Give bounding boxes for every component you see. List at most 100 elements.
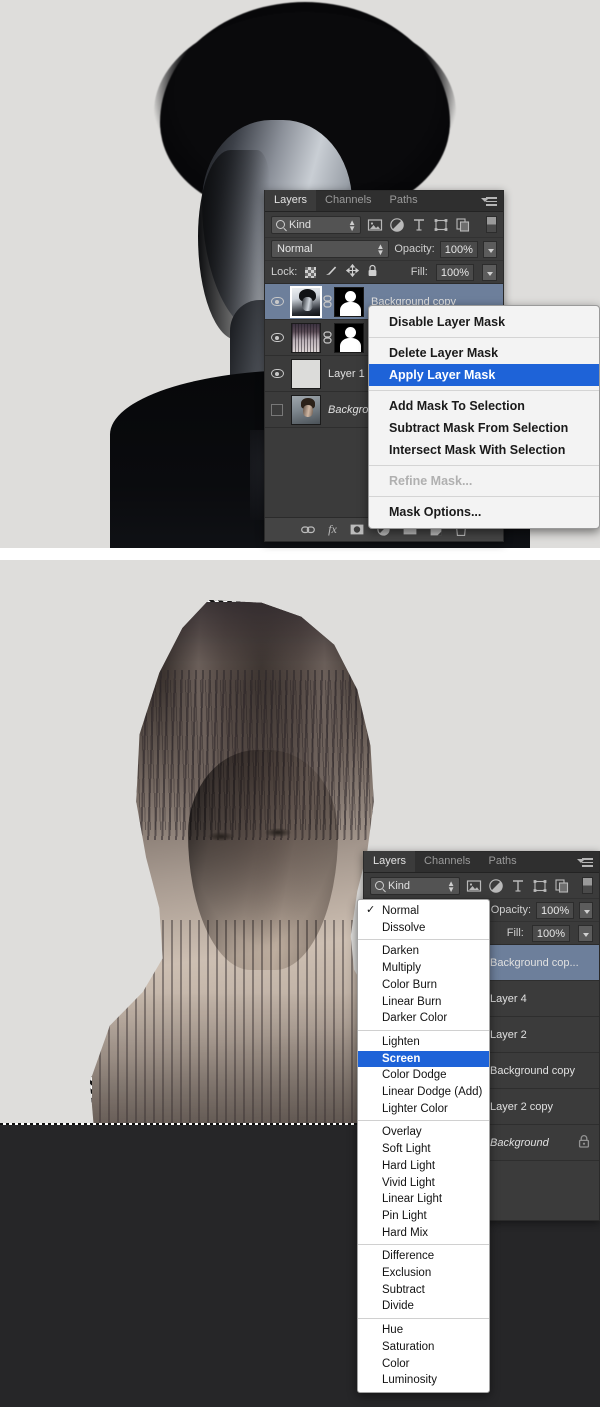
image-filter-icon[interactable] bbox=[367, 217, 383, 233]
blend-item-saturation[interactable]: Saturation bbox=[358, 1339, 489, 1356]
layer-name: Layer 2 bbox=[490, 1028, 527, 1041]
fill-value[interactable]: 100% bbox=[435, 263, 474, 281]
blend-item-hard-light[interactable]: Hard Light bbox=[358, 1158, 489, 1175]
menu-separator bbox=[358, 1120, 489, 1122]
blend-item-vivid-light[interactable]: Vivid Light bbox=[358, 1175, 489, 1192]
blend-item-multiply[interactable]: Multiply bbox=[358, 960, 489, 977]
filter-kind-select[interactable]: Kind ▲ ▼ bbox=[271, 215, 361, 234]
layer-thumbnail[interactable] bbox=[291, 358, 321, 389]
lock-all-icon bbox=[578, 1134, 590, 1151]
blend-item-lighter-color[interactable]: Lighter Color bbox=[358, 1101, 489, 1118]
image-filter-icon[interactable] bbox=[466, 878, 482, 894]
opacity-value[interactable]: 100% bbox=[536, 901, 575, 919]
lock-image-pixels-icon[interactable] bbox=[324, 264, 338, 280]
smart-object-filter-icon[interactable] bbox=[455, 217, 471, 233]
blend-item-color-burn[interactable]: Color Burn bbox=[358, 977, 489, 994]
menu-item-intersect-mask-with-selection[interactable]: Intersect Mask With Selection bbox=[369, 439, 599, 461]
layer-style-fx-icon[interactable]: fx bbox=[328, 522, 337, 537]
layer-thumbnail[interactable] bbox=[291, 394, 321, 425]
blend-item-pin-light[interactable]: Pin Light bbox=[358, 1208, 489, 1225]
blend-item-normal[interactable]: Normal bbox=[358, 903, 489, 920]
blend-item-darken[interactable]: Darken bbox=[358, 943, 489, 960]
eye-icon bbox=[270, 369, 284, 378]
eye-off-icon bbox=[271, 403, 283, 416]
shape-filter-icon[interactable] bbox=[433, 217, 449, 233]
menu-separator bbox=[358, 1318, 489, 1320]
menu-item-subtract-mask-from-selection[interactable]: Subtract Mask From Selection bbox=[369, 417, 599, 439]
blend-item-divide[interactable]: Divide bbox=[358, 1298, 489, 1315]
tab-layers[interactable]: Layers bbox=[364, 851, 416, 872]
layer-visibility-toggle[interactable] bbox=[265, 403, 289, 416]
panel-menu-icon[interactable] bbox=[481, 197, 497, 207]
opacity-value[interactable]: 100% bbox=[439, 240, 478, 258]
lock-all-icon[interactable] bbox=[367, 264, 378, 280]
blend-item-soft-light[interactable]: Soft Light bbox=[358, 1141, 489, 1158]
adjustment-filter-icon[interactable] bbox=[488, 878, 504, 894]
blend-item-screen[interactable]: Screen bbox=[358, 1050, 489, 1068]
fill-label: Fill: bbox=[410, 266, 428, 278]
layer-thumbnail[interactable] bbox=[291, 322, 321, 353]
layer-thumbnail[interactable] bbox=[290, 285, 322, 318]
tab-paths[interactable]: Paths bbox=[381, 190, 427, 211]
tab-channels[interactable]: Channels bbox=[316, 190, 380, 211]
layer-visibility-toggle[interactable] bbox=[265, 333, 289, 342]
filter-enable-toggle[interactable] bbox=[582, 877, 593, 894]
opacity-stepper[interactable] bbox=[482, 240, 497, 258]
menu-item-delete-layer-mask[interactable]: Delete Layer Mask bbox=[369, 342, 599, 364]
layer-visibility-toggle[interactable] bbox=[265, 369, 289, 378]
tab-paths[interactable]: Paths bbox=[480, 851, 526, 872]
adjustment-filter-icon[interactable] bbox=[389, 217, 405, 233]
menu-item-disable-layer-mask[interactable]: Disable Layer Mask bbox=[369, 311, 599, 333]
menu-separator bbox=[369, 337, 599, 338]
blend-item-darker-color[interactable]: Darker Color bbox=[358, 1010, 489, 1027]
blend-item-color[interactable]: Color bbox=[358, 1356, 489, 1373]
blend-item-difference[interactable]: Difference bbox=[358, 1248, 489, 1265]
link-icon[interactable] bbox=[321, 331, 334, 344]
opacity-stepper[interactable] bbox=[579, 901, 593, 919]
layer-mask-context-menu[interactable]: Disable Layer Mask Delete Layer Mask App… bbox=[368, 305, 600, 529]
eye-icon bbox=[270, 297, 284, 306]
smart-object-filter-icon[interactable] bbox=[554, 878, 570, 894]
lock-position-icon[interactable] bbox=[346, 263, 360, 280]
tab-channels[interactable]: Channels bbox=[415, 851, 479, 872]
menu-item-add-mask-to-selection[interactable]: Add Mask To Selection bbox=[369, 395, 599, 417]
tab-layers[interactable]: Layers bbox=[265, 190, 317, 211]
blend-item-hue[interactable]: Hue bbox=[358, 1322, 489, 1339]
layer-name: Layer 4 bbox=[490, 992, 527, 1005]
layer-mask-thumbnail[interactable] bbox=[334, 286, 364, 317]
filter-kind-select[interactable]: Kind ▲ ▼ bbox=[370, 876, 460, 895]
blend-item-hard-mix[interactable]: Hard Mix bbox=[358, 1225, 489, 1242]
link-layers-icon[interactable] bbox=[301, 525, 316, 535]
add-layer-mask-icon[interactable] bbox=[350, 524, 364, 535]
blend-item-linear-light[interactable]: Linear Light bbox=[358, 1191, 489, 1208]
blend-item-dissolve[interactable]: Dissolve bbox=[358, 920, 489, 937]
layer-mask-thumbnail[interactable] bbox=[334, 322, 364, 353]
blend-item-color-dodge[interactable]: Color Dodge bbox=[358, 1067, 489, 1084]
blend-mode-select[interactable]: Normal ▲ ▼ bbox=[271, 240, 390, 258]
filter-enable-toggle[interactable] bbox=[486, 216, 497, 233]
link-icon[interactable] bbox=[321, 295, 334, 308]
blend-item-luminosity[interactable]: Luminosity bbox=[358, 1372, 489, 1389]
blend-item-linear-dodge-add[interactable]: Linear Dodge (Add) bbox=[358, 1084, 489, 1101]
menu-item-apply-layer-mask[interactable]: Apply Layer Mask bbox=[369, 364, 599, 386]
type-filter-icon[interactable] bbox=[411, 217, 427, 233]
lock-transparent-pixels-icon[interactable] bbox=[305, 266, 317, 278]
blend-item-overlay[interactable]: Overlay bbox=[358, 1124, 489, 1141]
blend-item-lighten[interactable]: Lighten bbox=[358, 1034, 489, 1051]
type-filter-icon[interactable] bbox=[510, 878, 526, 894]
fill-stepper[interactable] bbox=[482, 263, 497, 281]
panel-tabbar-bottom: Layers Channels Paths bbox=[364, 851, 599, 873]
blend-mode-dropdown-menu[interactable]: Normal Dissolve Darken Multiply Color Bu… bbox=[357, 899, 490, 1393]
blend-item-exclusion[interactable]: Exclusion bbox=[358, 1265, 489, 1282]
eye-icon bbox=[270, 333, 284, 342]
fill-value[interactable]: 100% bbox=[531, 924, 570, 942]
menu-separator bbox=[369, 496, 599, 497]
panel-menu-icon[interactable] bbox=[577, 858, 593, 868]
filter-kind-label: Kind bbox=[289, 218, 312, 231]
blend-item-linear-burn[interactable]: Linear Burn bbox=[358, 994, 489, 1011]
shape-filter-icon[interactable] bbox=[532, 878, 548, 894]
fill-stepper[interactable] bbox=[578, 924, 593, 942]
menu-item-mask-options[interactable]: Mask Options... bbox=[369, 501, 599, 523]
layer-visibility-toggle[interactable] bbox=[265, 297, 289, 306]
blend-item-subtract[interactable]: Subtract bbox=[358, 1282, 489, 1299]
